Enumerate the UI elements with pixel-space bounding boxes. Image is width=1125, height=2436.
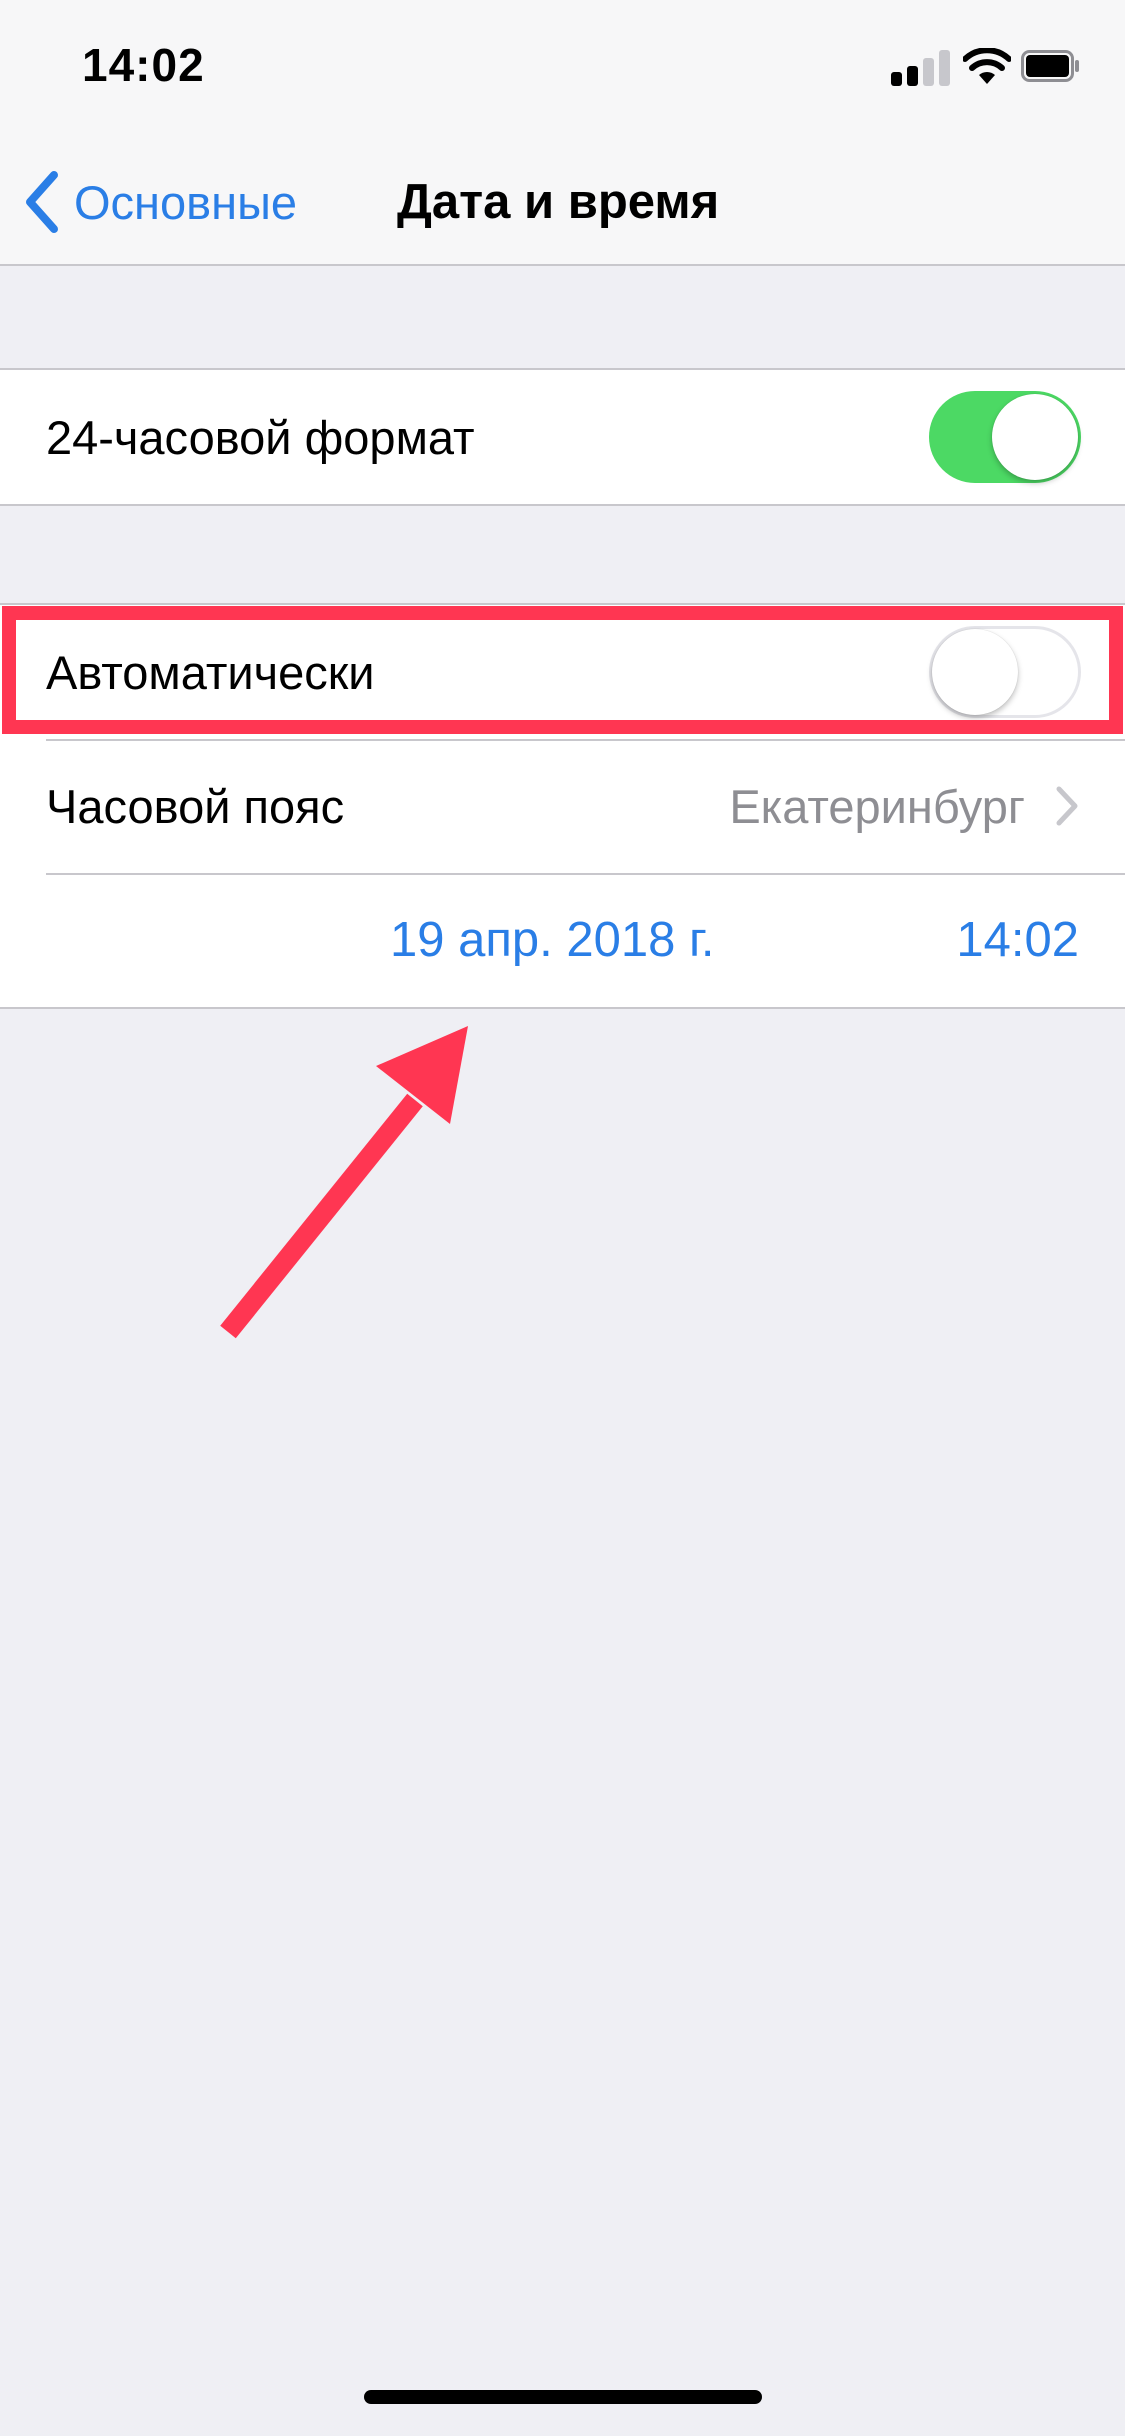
timezone-value: Екатеринбург (729, 779, 1025, 833)
back-button[interactable]: Основные (24, 162, 297, 242)
chevron-left-icon (26, 171, 58, 233)
timezone-row[interactable]: Часовой пояс Екатеринбург (0, 739, 1125, 873)
timezone-label: Часовой пояс (46, 779, 345, 833)
format-24h-label: 24-часовой формат (46, 410, 475, 464)
status-time: 14:02 (82, 39, 205, 91)
toggle-knob (992, 394, 1078, 480)
format-24h-row: 24-часовой формат (0, 370, 1125, 504)
wifi-icon (963, 48, 1011, 84)
status-bar: 14:02 (0, 0, 1125, 140)
cellular-signal-icon (891, 50, 951, 86)
battery-icon (1021, 50, 1079, 82)
chevron-right-icon (1056, 786, 1078, 826)
toggle-knob (932, 629, 1018, 715)
back-label: Основные (74, 175, 297, 229)
page-title: Дата и время (397, 175, 720, 229)
date-value[interactable]: 19 апр. 2018 г. (390, 912, 715, 968)
datetime-row: 19 апр. 2018 г. 14:02 (0, 873, 1125, 1007)
home-indicator (364, 2390, 762, 2404)
arrow-annotation (220, 1026, 468, 1339)
automatic-label: Автоматически (46, 645, 375, 699)
time-value[interactable]: 14:02 (956, 912, 1079, 968)
automatic-row: Автоматически (0, 605, 1125, 739)
navigation-bar: Основные Дата и время (0, 140, 1125, 266)
format-24h-toggle[interactable] (929, 391, 1081, 483)
automatic-toggle[interactable] (929, 626, 1081, 718)
datetime-group: Автоматически Часовой пояс Екатеринбург … (0, 603, 1125, 1009)
format-group: 24-часовой формат (0, 368, 1125, 506)
